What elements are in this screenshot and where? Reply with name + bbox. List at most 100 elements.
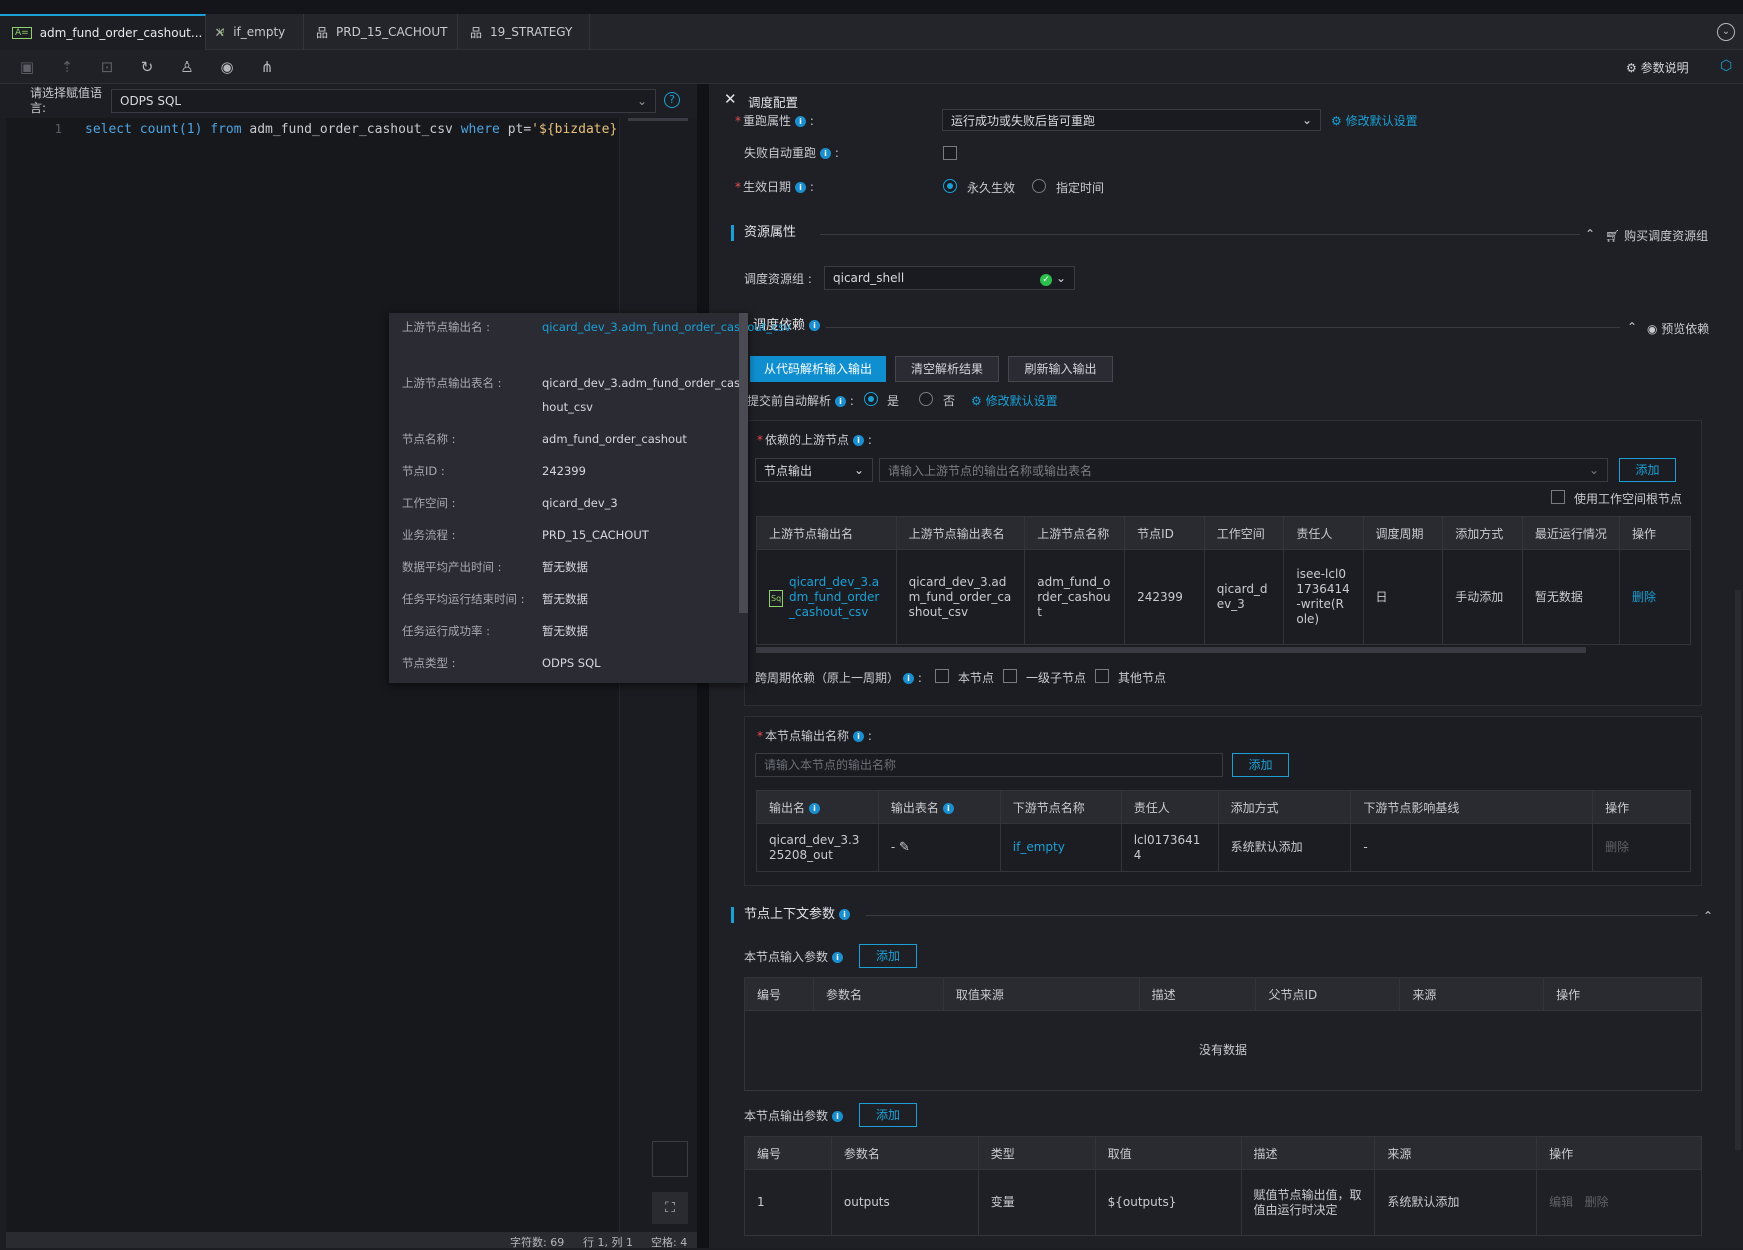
clear-parse-button[interactable]: 清空解析结果: [895, 356, 999, 382]
tooltip-row: 任务运行成功率 : 暂无数据: [402, 624, 588, 638]
effective-specified-radio[interactable]: [1032, 179, 1046, 193]
info-icon: i: [853, 731, 865, 742]
modify-default-link[interactable]: ⚙ 修改默认设置: [1331, 112, 1418, 129]
add-upstream-button[interactable]: 添加: [1619, 458, 1676, 482]
param-actions: 编辑 删除: [1536, 1169, 1702, 1236]
output-baseline-cell: -: [1350, 823, 1594, 872]
upstream-search-input[interactable]: 请输入上游节点的输出名称或输出表名 ⌄: [879, 458, 1608, 482]
effective-specified-label: 指定时间: [1056, 181, 1105, 195]
resource-section-title: 资源属性: [731, 225, 796, 241]
code-line[interactable]: select count(1) from adm_fund_order_cash…: [85, 122, 625, 137]
col-header: 参数名: [830, 1136, 979, 1170]
tab-prd-15-cachout[interactable]: 品 PRD_15_CACHOUT: [304, 14, 458, 50]
minimap-viewport-box[interactable]: [652, 1141, 688, 1177]
table-header-row: 上游节点输出名 上游节点输出表名 上游节点名称 节点ID 工作空间 责任人 调度…: [756, 516, 1692, 550]
col-header: 调度周期: [1362, 516, 1444, 550]
table-scrollbar[interactable]: [756, 647, 1586, 653]
add-output-param-button[interactable]: 添加: [859, 1103, 917, 1127]
upstream-placeholder: 请输入上游节点的输出名称或输出表名: [888, 463, 1093, 478]
col-header: 责任人: [1120, 790, 1219, 824]
edit-param-link[interactable]: 编辑: [1549, 1195, 1573, 1209]
tooltip-scrollbar[interactable]: [739, 313, 748, 613]
tab-menu-chevron-icon[interactable]: ⌄: [1717, 23, 1735, 41]
output-owner-cell: lcl01736414: [1120, 823, 1219, 872]
info-icon: i: [809, 802, 821, 814]
add-input-param-button[interactable]: 添加: [859, 944, 917, 968]
resource-group-select[interactable]: qicard_shell ✓ ⌄: [824, 266, 1075, 290]
output-table: 输出名 i 输出表名 i 下游节点名称 责任人 添加方式 下游节点影响基线 操作 q…: [756, 790, 1691, 872]
cross-child-checkbox[interactable]: [1003, 669, 1017, 683]
language-select[interactable]: ODPS SQL ⌄: [111, 89, 656, 113]
edit-icon[interactable]: ✎: [899, 840, 910, 855]
refresh-io-button[interactable]: 刷新输入输出: [1008, 356, 1113, 382]
publish-icon[interactable]: ⊡: [96, 56, 118, 78]
upstream-output-name[interactable]: qicard_dev_3.adm_fund_order_cashout_csv: [789, 575, 879, 619]
info-icon: i: [942, 802, 954, 814]
preview-eye-icon[interactable]: ◉: [216, 56, 238, 78]
sliders-icon: ⚙: [1626, 61, 1641, 75]
help-icon[interactable]: ?: [664, 92, 680, 108]
table-header-row: 输出名 i 输出表名 i 下游节点名称 责任人 添加方式 下游节点影响基线 操作: [756, 790, 1691, 824]
delete-output-link[interactable]: 删除: [1592, 823, 1691, 872]
tooltip-output-name-link[interactable]: qicard_dev_3.adm_fund_order_cashout_csv: [542, 315, 791, 339]
save-icon[interactable]: ▣: [16, 56, 38, 78]
user-icon[interactable]: ♙: [176, 56, 198, 78]
cross-self-label: 本节点: [958, 671, 995, 685]
param-help-button[interactable]: ⚙ 参数说明: [1626, 59, 1689, 76]
tooltip-row: 数据平均产出时间 : 暂无数据: [402, 560, 588, 574]
gear-icon: ⚙: [971, 394, 986, 408]
chevron-down-icon: ⌄: [1301, 113, 1312, 127]
add-output-button[interactable]: 添加: [1232, 753, 1289, 777]
tooltip-row: 上游节点输出表名 : qicard_dev_3.adm_fund_order_ca…: [402, 376, 741, 414]
col-header: 编号: [744, 977, 814, 1011]
collapse-up-icon[interactable]: ⌃: [1703, 909, 1713, 923]
upstream-table-name: qicard_dev_3.adm_fund_order_cashout_csv: [895, 549, 1026, 645]
param-index: 1: [744, 1169, 832, 1236]
output-name-input[interactable]: 请输入本节点的输出名称: [755, 753, 1223, 777]
auto-parse-no-radio[interactable]: [919, 392, 933, 406]
close-panel-icon[interactable]: ✕: [724, 90, 737, 108]
collapse-up-icon[interactable]: ⌃: [1585, 227, 1595, 241]
info-icon: i: [835, 396, 847, 407]
auto-parse-yes-radio[interactable]: [864, 392, 878, 406]
submit-icon[interactable]: ⇡: [56, 56, 78, 78]
delete-upstream-link[interactable]: 删除: [1618, 549, 1692, 645]
col-header: 来源: [1399, 977, 1545, 1011]
info-icon: i: [795, 116, 807, 127]
fullscreen-icon[interactable]: ⛶: [652, 1192, 688, 1224]
preview-dependency-link[interactable]: ◉ 预览依赖: [1647, 320, 1709, 337]
fail-rerun-checkbox[interactable]: [943, 146, 957, 160]
upstream-type-select[interactable]: 节点输出 ⌄: [755, 458, 873, 482]
modify-default-link[interactable]: ⚙ 修改默认设置: [971, 392, 1058, 409]
panel-scrollbar[interactable]: [1735, 590, 1741, 1150]
tab-if-empty[interactable]: ⑂ if_empty: [206, 14, 304, 50]
cross-other-checkbox[interactable]: [1095, 669, 1109, 683]
col-pt: pt=: [507, 122, 532, 137]
info-icon: i: [832, 1111, 844, 1122]
buy-resource-link[interactable]: 🛒︎ 购买调度资源组: [1605, 227, 1708, 244]
tab-adm-fund-order[interactable]: A= adm_fund_order_cashout... ✕: [0, 14, 225, 50]
tab-19-strategy[interactable]: 品 19_STRATEGY: [458, 14, 590, 50]
info-icon: i: [853, 435, 865, 446]
rerun-select[interactable]: 运行成功或失败后皆可重跑 ⌄: [942, 109, 1321, 131]
col-header: 添加方式: [1442, 516, 1523, 550]
minimap-line: [628, 118, 688, 121]
parse-from-code-button[interactable]: 从代码解析输入输出: [750, 356, 886, 382]
schedule-icon[interactable]: ⬡: [1720, 58, 1732, 74]
tab-label: PRD_15_CACHOUT: [336, 25, 448, 39]
dag-icon[interactable]: ⋔: [256, 56, 278, 78]
collapse-up-icon[interactable]: ⌃: [1627, 320, 1637, 334]
effective-date-label: * 生效日期 i :: [735, 180, 814, 194]
cross-self-checkbox[interactable]: [935, 669, 949, 683]
panel-title: 调度配置: [748, 95, 799, 110]
workflow-icon: 品: [316, 25, 329, 40]
downstream-node-link[interactable]: if_empty: [999, 823, 1122, 872]
context-section-title: 节点上下文参数 i: [731, 907, 851, 923]
branch-node-icon: ⑂: [218, 25, 226, 39]
param-desc: 赋值节点输出值，取值由运行时决定: [1240, 1169, 1376, 1236]
refresh-icon[interactable]: ↻: [136, 56, 158, 78]
col-header: 取值: [1094, 1136, 1242, 1170]
effective-forever-radio[interactable]: [943, 179, 957, 193]
use-root-checkbox[interactable]: [1551, 490, 1565, 504]
delete-param-link[interactable]: 删除: [1585, 1195, 1609, 1209]
